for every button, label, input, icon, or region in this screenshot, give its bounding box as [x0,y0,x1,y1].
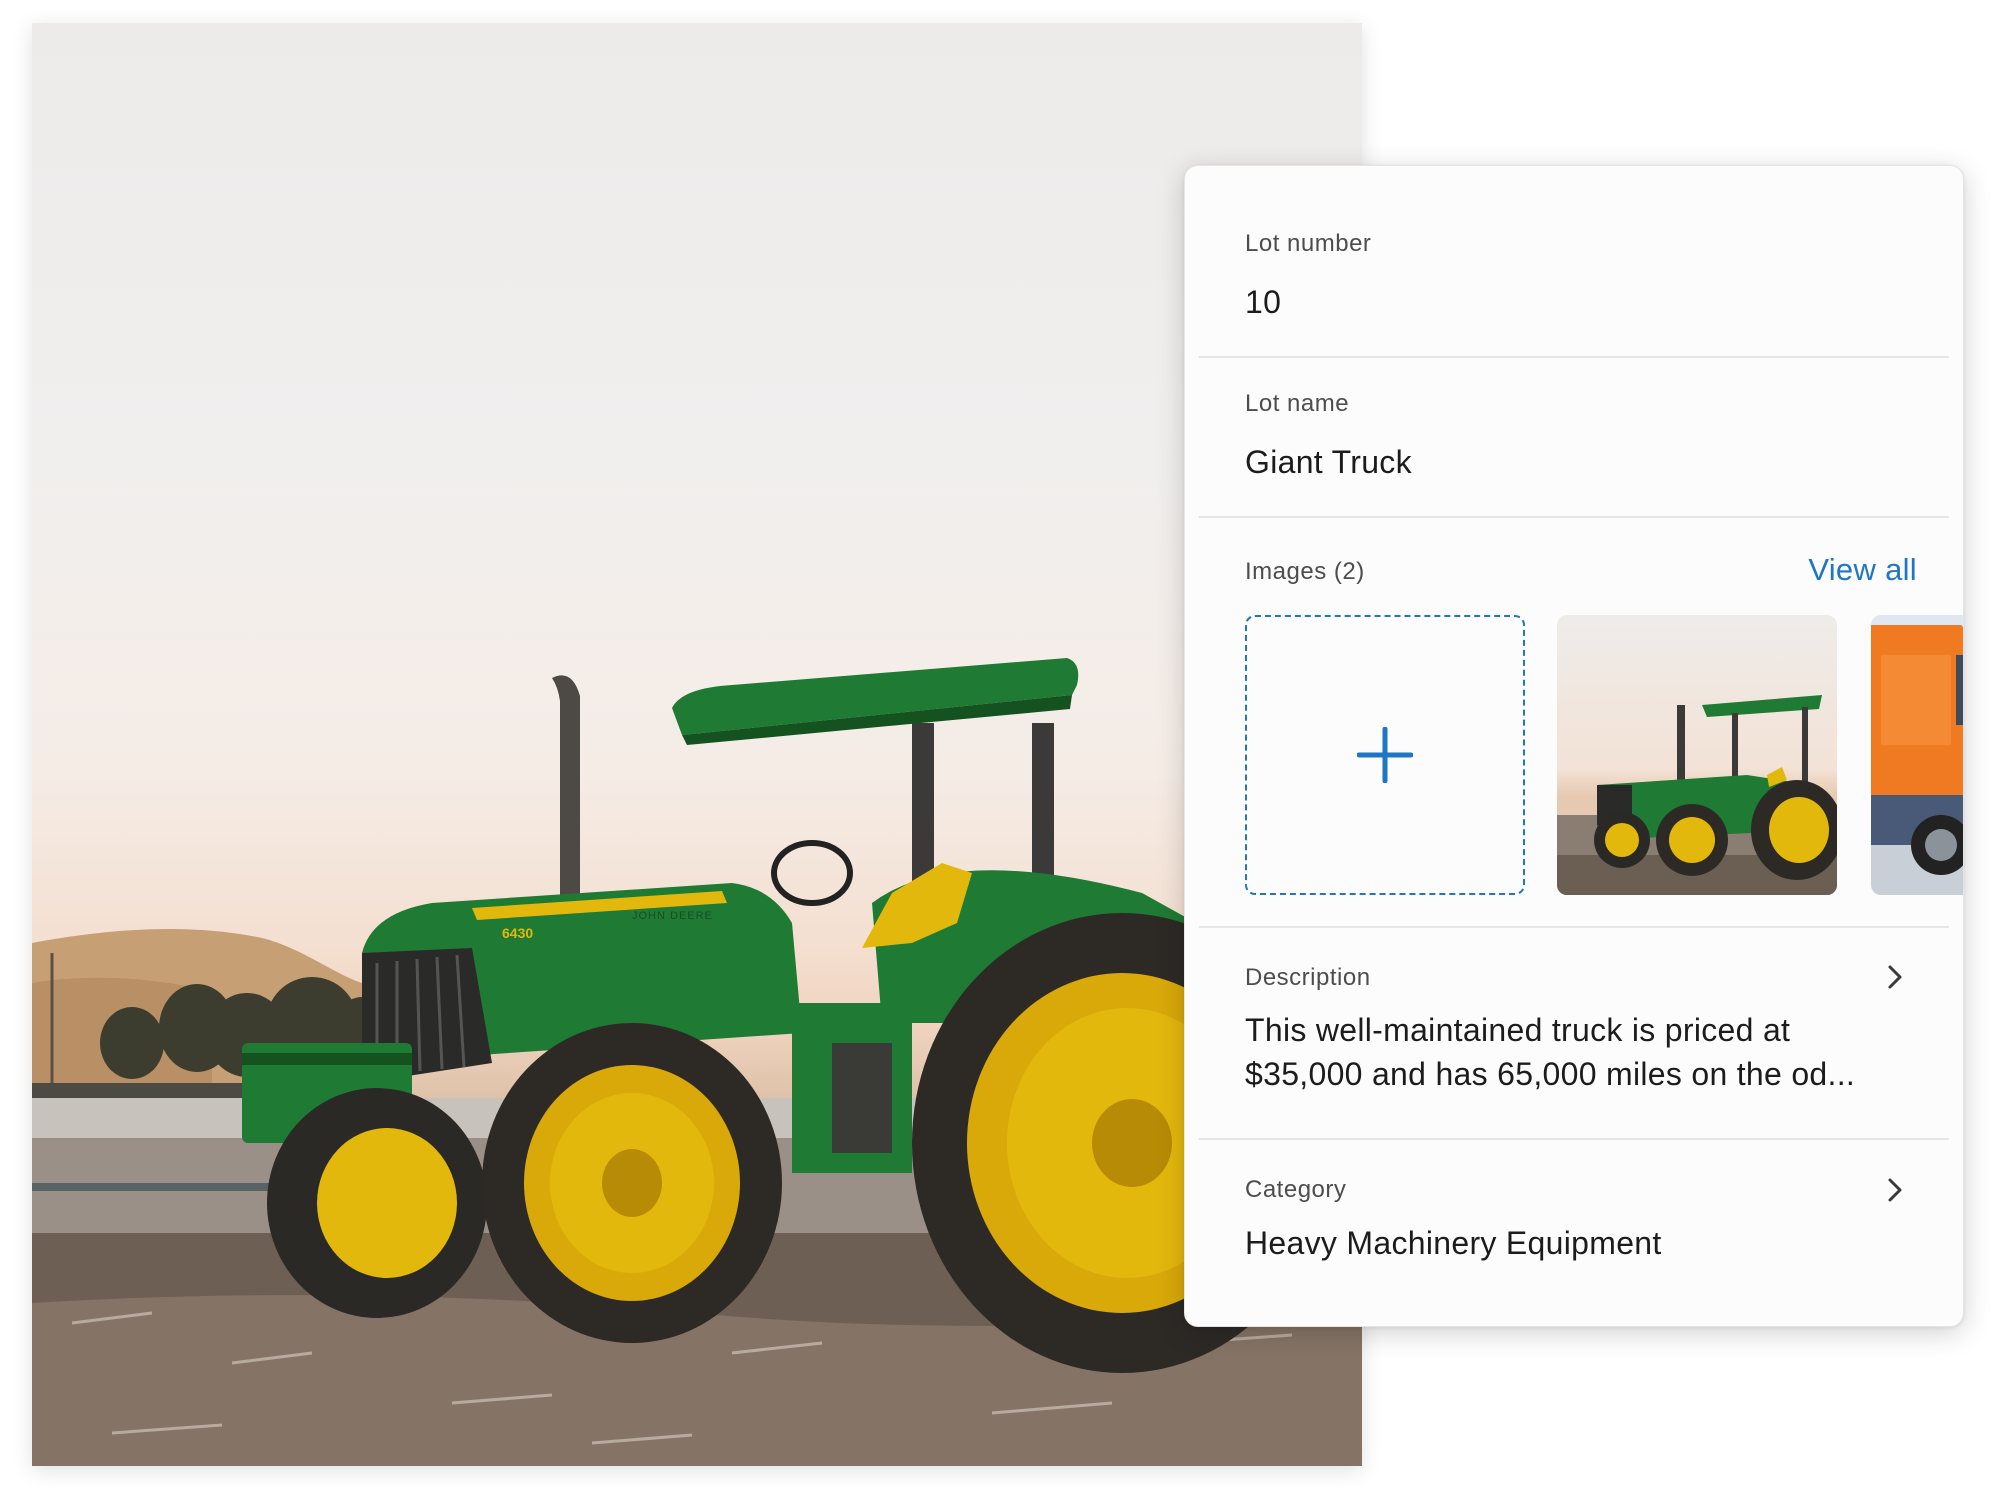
images-label: Images (2) [1245,558,1365,585]
lot-number-section[interactable]: Lot number 10 [1199,166,1949,358]
chevron-right-icon[interactable] [1881,963,1909,991]
images-section: Images (2) View all [1199,516,1963,928]
category-value: Heavy Machinery Equipment [1245,1225,1662,1261]
lot-name-value[interactable]: Giant Truck [1245,440,1412,484]
tractor-thumbnail[interactable] [1557,615,1837,895]
brand-badge: JOHN DEERE [632,910,713,922]
tractor-photo: 6430 JOHN DEERE [32,23,1362,1466]
category-label: Category [1245,1176,1347,1203]
tractor-illustration [32,658,1362,1466]
chevron-right-icon[interactable] [1881,1176,1909,1204]
lot-name-section[interactable]: Lot name Giant Truck [1199,356,1949,518]
add-image-button[interactable] [1245,615,1525,895]
plus-icon [1357,727,1413,783]
description-value: This well-maintained truck is priced at … [1245,1012,1856,1092]
model-badge: 6430 [502,925,534,941]
image-thumbnails [1245,615,1963,895]
lot-number-label: Lot number [1245,230,1372,257]
description-label: Description [1245,964,1371,991]
truck-thumbnail-image [1871,615,1963,895]
lot-number-value[interactable]: 10 [1245,280,1281,324]
description-section[interactable]: Description This well-maintained truck i… [1199,926,1949,1140]
lot-detail-card: Lot number 10 Lot name Giant Truck Image… [1184,165,1964,1327]
tractor-thumbnail-image [1557,615,1837,895]
view-all-link[interactable]: View all [1808,552,1917,588]
lot-name-label: Lot name [1245,390,1350,417]
category-section[interactable]: Category Heavy Machinery Equipment [1199,1138,1949,1326]
orange-truck-thumbnail[interactable] [1871,615,1963,895]
